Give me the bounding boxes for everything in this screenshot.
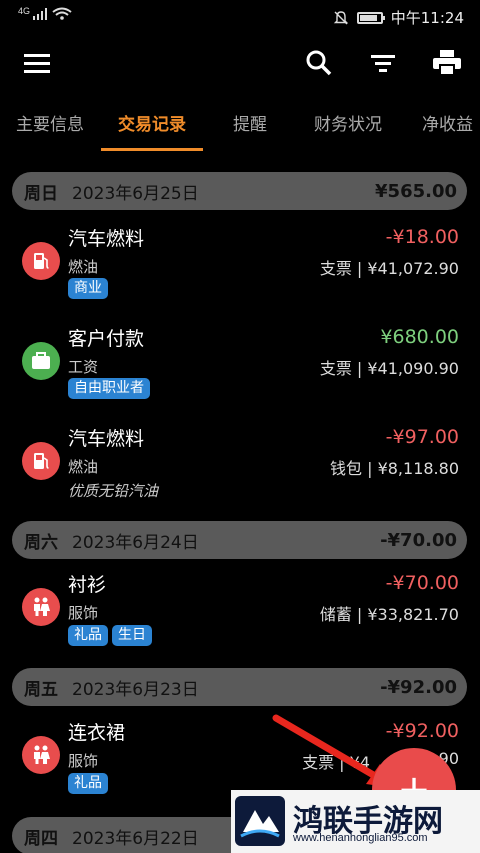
transaction-category: 服饰 bbox=[68, 752, 99, 770]
weekday: 周日 bbox=[24, 183, 58, 204]
day-total: -¥70.00 bbox=[380, 529, 457, 551]
watermark-banner: 鸿联手游网 www.henanhonglian95.com bbox=[231, 790, 480, 853]
transaction-title: 客户付款 bbox=[68, 328, 145, 350]
transaction-account: 支票 | ¥41,072.90 bbox=[319, 259, 459, 278]
transaction-row[interactable]: 汽车燃料 燃油 -¥18.00 支票 | ¥41,072.90 商业 bbox=[0, 222, 480, 308]
date-group-header[interactable]: 周六 2023年6月24日 -¥70.00 bbox=[12, 521, 467, 559]
day-total: -¥92.00 bbox=[380, 676, 457, 698]
transaction-account: 钱包 | ¥8,118.80 bbox=[330, 459, 459, 478]
clothing-icon bbox=[22, 736, 60, 774]
watermark-logo-icon bbox=[235, 796, 285, 846]
print-icon[interactable] bbox=[430, 46, 464, 80]
transaction-account: 支票 | ¥41,090.90 bbox=[319, 359, 459, 378]
tab-reminders[interactable]: 提醒 bbox=[233, 110, 267, 135]
transaction-note: 优质无铅汽油 bbox=[68, 482, 159, 500]
weekday: 周四 bbox=[24, 828, 58, 849]
tab-overview[interactable]: 主要信息 bbox=[16, 110, 84, 135]
weekday: 周六 bbox=[24, 532, 58, 553]
tab-net-income[interactable]: 净收益 bbox=[422, 110, 473, 135]
network-type: 4G bbox=[18, 6, 31, 16]
transaction-row[interactable]: 客户付款 工资 ¥680.00 支票 | ¥41,090.90 自由职业者 bbox=[0, 322, 480, 408]
battery-icon bbox=[356, 11, 385, 24]
transaction-title: 汽车燃料 bbox=[68, 428, 145, 450]
toolbar bbox=[0, 32, 480, 92]
mute-bell-icon bbox=[333, 10, 348, 24]
filter-icon[interactable] bbox=[366, 46, 400, 80]
transaction-category: 服饰 bbox=[68, 604, 99, 622]
day-total: ¥565.00 bbox=[375, 180, 457, 202]
menu-icon[interactable] bbox=[20, 46, 54, 80]
tag[interactable]: 礼品 bbox=[68, 773, 108, 794]
battery-level bbox=[359, 14, 377, 21]
transaction-account: 储蓄 | ¥33,821.70 bbox=[319, 605, 459, 624]
transaction-title: 衬衫 bbox=[68, 574, 107, 596]
transaction-title: 汽车燃料 bbox=[68, 228, 145, 250]
transaction-category: 工资 bbox=[68, 358, 99, 376]
tag[interactable]: 生日 bbox=[112, 625, 152, 646]
tab-bar: 主要信息 交易记录 提醒 财务状况 净收益 bbox=[0, 96, 480, 154]
briefcase-icon bbox=[22, 342, 60, 380]
date: 2023年6月24日 bbox=[72, 532, 199, 553]
search-icon[interactable] bbox=[302, 46, 336, 80]
status-time: 中午11:24 bbox=[390, 9, 464, 27]
date: 2023年6月23日 bbox=[72, 679, 199, 700]
tab-finances[interactable]: 财务状况 bbox=[314, 110, 382, 135]
transaction-row[interactable]: 汽车燃料 燃油 -¥97.00 钱包 | ¥8,118.80 优质无铅汽油 bbox=[0, 422, 480, 508]
watermark-url: www.henanhonglian95.com bbox=[293, 832, 428, 844]
clothing-icon bbox=[22, 588, 60, 626]
tag[interactable]: 商业 bbox=[68, 278, 108, 299]
transaction-title: 连衣裙 bbox=[68, 722, 126, 744]
transaction-amount: -¥18.00 bbox=[385, 226, 459, 248]
transaction-row[interactable]: 衬衫 服饰 -¥70.00 储蓄 | ¥33,821.70 礼品 生日 bbox=[0, 568, 480, 654]
fuel-icon bbox=[22, 242, 60, 280]
date: 2023年6月25日 bbox=[72, 183, 199, 204]
tag[interactable]: 自由职业者 bbox=[68, 378, 150, 399]
signal-wifi-icon bbox=[33, 7, 72, 20]
date: 2023年6月22日 bbox=[72, 828, 199, 849]
date-group-header[interactable]: 周五 2023年6月23日 -¥92.00 bbox=[12, 668, 467, 706]
active-tab-indicator bbox=[101, 148, 203, 151]
weekday: 周五 bbox=[24, 679, 58, 700]
transaction-category: 燃油 bbox=[68, 258, 99, 276]
transaction-amount: ¥680.00 bbox=[380, 326, 459, 348]
date-group-header[interactable]: 周日 2023年6月25日 ¥565.00 bbox=[12, 172, 467, 210]
transaction-amount: -¥97.00 bbox=[385, 426, 459, 448]
signal-indicator: 4G bbox=[18, 6, 75, 21]
tab-transactions[interactable]: 交易记录 bbox=[118, 110, 186, 135]
fuel-icon bbox=[22, 442, 60, 480]
status-bar: 4G 中午11:24 bbox=[0, 0, 480, 32]
tag[interactable]: 礼品 bbox=[68, 625, 108, 646]
transaction-amount: -¥70.00 bbox=[385, 572, 459, 594]
transaction-category: 燃油 bbox=[68, 458, 99, 476]
